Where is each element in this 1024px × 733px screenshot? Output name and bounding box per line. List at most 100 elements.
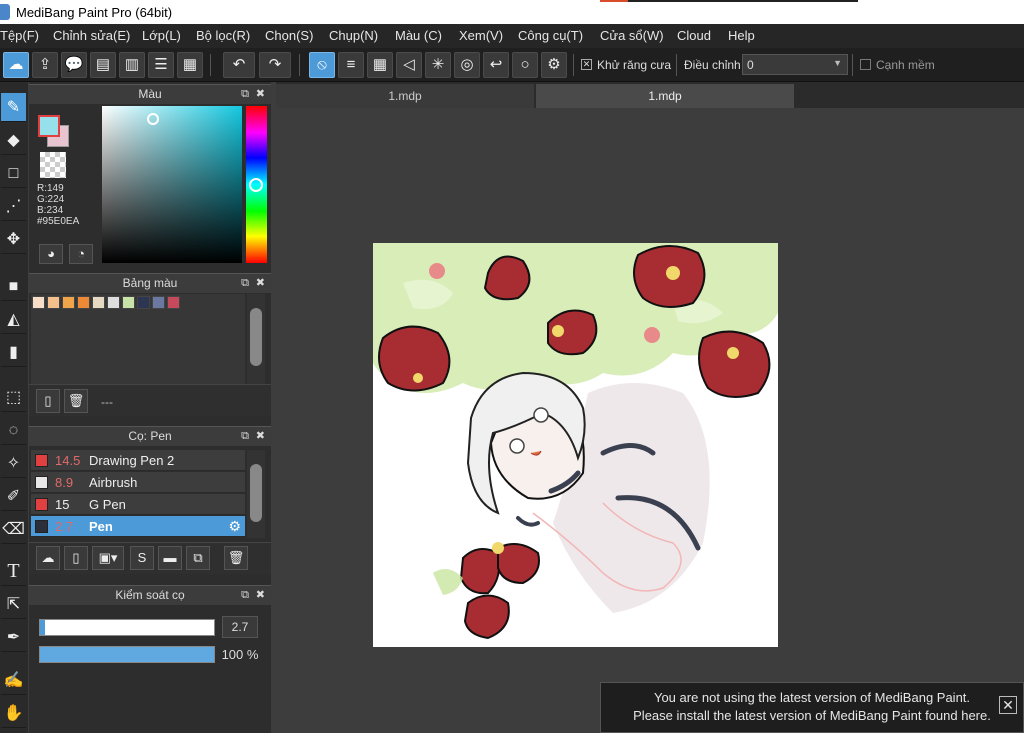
brush-item[interactable]: 15 G Pen	[31, 494, 245, 515]
close-icon[interactable]: ✖	[256, 274, 265, 293]
concentric-snap-icon[interactable]: ◎	[454, 52, 480, 78]
palette-swatch[interactable]	[77, 296, 90, 309]
lasso-tool-icon[interactable]: ◌	[1, 416, 26, 445]
popout-icon[interactable]: ⧉	[241, 274, 249, 293]
rect-select-tool-icon[interactable]: ⬚	[1, 383, 26, 412]
menu-color[interactable]: Màu (C)	[395, 28, 442, 43]
palette-swatch[interactable]	[107, 296, 120, 309]
tab-document-1[interactable]: 1.mdp	[276, 84, 534, 108]
move-tool-icon[interactable]: ✥	[1, 225, 26, 254]
cloud-sync-icon[interactable]: ☁	[3, 52, 29, 78]
menu-tools[interactable]: Công cụ(T)	[518, 28, 583, 43]
layers-icon[interactable]: ☰	[148, 52, 174, 78]
main-color-swatch[interactable]	[38, 115, 60, 137]
hand-tool-icon[interactable]: ✋	[1, 699, 26, 728]
close-icon[interactable]: ✖	[256, 85, 265, 104]
transparent-color-swatch[interactable]	[40, 152, 66, 178]
fill-shape-tool-icon[interactable]: ■	[1, 272, 26, 301]
antialias-checkbox[interactable]: ✕	[581, 59, 592, 70]
brush-item[interactable]: 8.9 Airbrush	[31, 472, 245, 493]
drawing-canvas[interactable]	[373, 243, 778, 647]
hue-slider[interactable]	[246, 106, 267, 263]
hue-cursor[interactable]	[249, 178, 263, 192]
delete-palette-icon[interactable]: 🗑	[64, 389, 88, 413]
update-notice[interactable]: You are not using the latest version of …	[600, 682, 1024, 733]
brush-tool-icon[interactable]: ✎	[1, 93, 26, 122]
circle-snap-icon[interactable]: ○	[512, 52, 538, 78]
adjust-dropdown[interactable]: 0 ▼	[742, 54, 848, 75]
text-tool-icon[interactable]: T	[1, 557, 26, 586]
message-icon[interactable]: ▤	[90, 52, 116, 78]
folder-icon[interactable]: ▬	[158, 546, 182, 570]
saturation-value-picker[interactable]	[102, 106, 242, 263]
notice-line-2[interactable]: Please install the latest version of Med…	[601, 707, 1023, 725]
checklist-icon[interactable]: ▦	[177, 52, 203, 78]
redo-icon[interactable]: ↷	[259, 52, 291, 78]
divide-tool-icon[interactable]: ✒	[1, 623, 26, 652]
brush-scroll-thumb[interactable]	[250, 464, 262, 522]
brush-scrollbar[interactable]	[247, 450, 265, 538]
menu-view[interactable]: Xem(V)	[459, 28, 503, 43]
document-icon[interactable]: ▥	[119, 52, 145, 78]
grid-snap-icon[interactable]: ▦	[367, 52, 393, 78]
menu-edit[interactable]: Chỉnh sửa(E)	[53, 28, 130, 43]
brush-script-icon[interactable]: S	[130, 546, 154, 570]
palette-swatch[interactable]	[167, 296, 180, 309]
brush-size-value[interactable]: 2.7	[222, 616, 258, 638]
brush-download-icon[interactable]: ☁	[36, 546, 60, 570]
brush-item-selected[interactable]: 2.7 Pen ⚙	[31, 516, 245, 537]
comment-icon[interactable]: 💬	[61, 52, 87, 78]
close-icon[interactable]: ✖	[256, 427, 265, 446]
share-icon[interactable]: ⇪	[32, 52, 58, 78]
dot-line-tool-icon[interactable]: ⋰	[1, 192, 26, 221]
palette-swatch[interactable]	[137, 296, 150, 309]
gradient-tool-icon[interactable]: ▮	[1, 338, 26, 367]
close-icon[interactable]: ✕	[999, 696, 1017, 714]
palette-swatch[interactable]	[32, 296, 45, 309]
menu-cloud[interactable]: Cloud	[677, 28, 711, 43]
palette-swatch[interactable]	[152, 296, 165, 309]
palette-swatch[interactable]	[62, 296, 75, 309]
parallel-snap-icon[interactable]: ≡	[338, 52, 364, 78]
palette-swatch[interactable]	[122, 296, 135, 309]
eraser-tool-icon[interactable]: ◆	[1, 126, 26, 155]
tab-document-2[interactable]: 1.mdp	[536, 84, 794, 108]
bucket-tool-icon[interactable]: ◭	[1, 305, 26, 334]
color-wheel-icon[interactable]: ◔	[69, 244, 93, 264]
eyedropper-tool-icon[interactable]: ✍	[1, 666, 26, 695]
menu-file[interactable]: Tệp(F)	[0, 28, 39, 43]
radial-snap-icon[interactable]: ✳	[425, 52, 451, 78]
operation-tool-icon[interactable]: ⇱	[1, 590, 26, 619]
new-palette-icon[interactable]: ▯	[36, 389, 60, 413]
brush-item[interactable]: 14.5 Drawing Pen 2	[31, 450, 245, 471]
rectangle-tool-icon[interactable]: □	[1, 159, 26, 188]
undo-icon[interactable]: ↶	[223, 52, 255, 78]
magic-wand-tool-icon[interactable]: ✧	[1, 449, 26, 478]
popout-icon[interactable]: ⧉	[241, 427, 249, 446]
popout-icon[interactable]: ⧉	[241, 85, 249, 104]
palette-swatch[interactable]	[92, 296, 105, 309]
delete-brush-icon[interactable]: 🗑	[224, 546, 248, 570]
menu-help[interactable]: Help	[728, 28, 755, 43]
add-brush-menu-icon[interactable]: ▣▾	[92, 546, 124, 570]
menu-filter[interactable]: Bộ lọc(R)	[196, 28, 250, 43]
gear-icon[interactable]: ⚙	[228, 518, 241, 535]
select-pen-tool-icon[interactable]: ✐	[1, 482, 26, 511]
popout-icon[interactable]: ⧉	[241, 586, 249, 605]
palette-scroll-thumb[interactable]	[250, 308, 262, 366]
duplicate-icon[interactable]: ⧉	[186, 546, 210, 570]
palette-swatch[interactable]	[47, 296, 60, 309]
menu-snap[interactable]: Chụp(N)	[329, 28, 378, 43]
palette-scrollbar[interactable]	[247, 294, 265, 384]
menu-layer[interactable]: Lớp(L)	[142, 28, 181, 43]
perspective-snap-icon[interactable]: ◁	[396, 52, 422, 78]
curve-snap-icon[interactable]: ↩	[483, 52, 509, 78]
select-eraser-tool-icon[interactable]: ⌫	[1, 515, 26, 544]
picker-cursor[interactable]	[147, 113, 159, 125]
new-brush-icon[interactable]: ▯	[64, 546, 88, 570]
menu-select[interactable]: Chọn(S)	[265, 28, 313, 43]
brush-opacity-slider[interactable]	[39, 646, 215, 663]
menu-window[interactable]: Cửa sổ(W)	[600, 28, 664, 43]
snap-settings-icon[interactable]: ⚙	[541, 52, 567, 78]
close-icon[interactable]: ✖	[256, 586, 265, 605]
